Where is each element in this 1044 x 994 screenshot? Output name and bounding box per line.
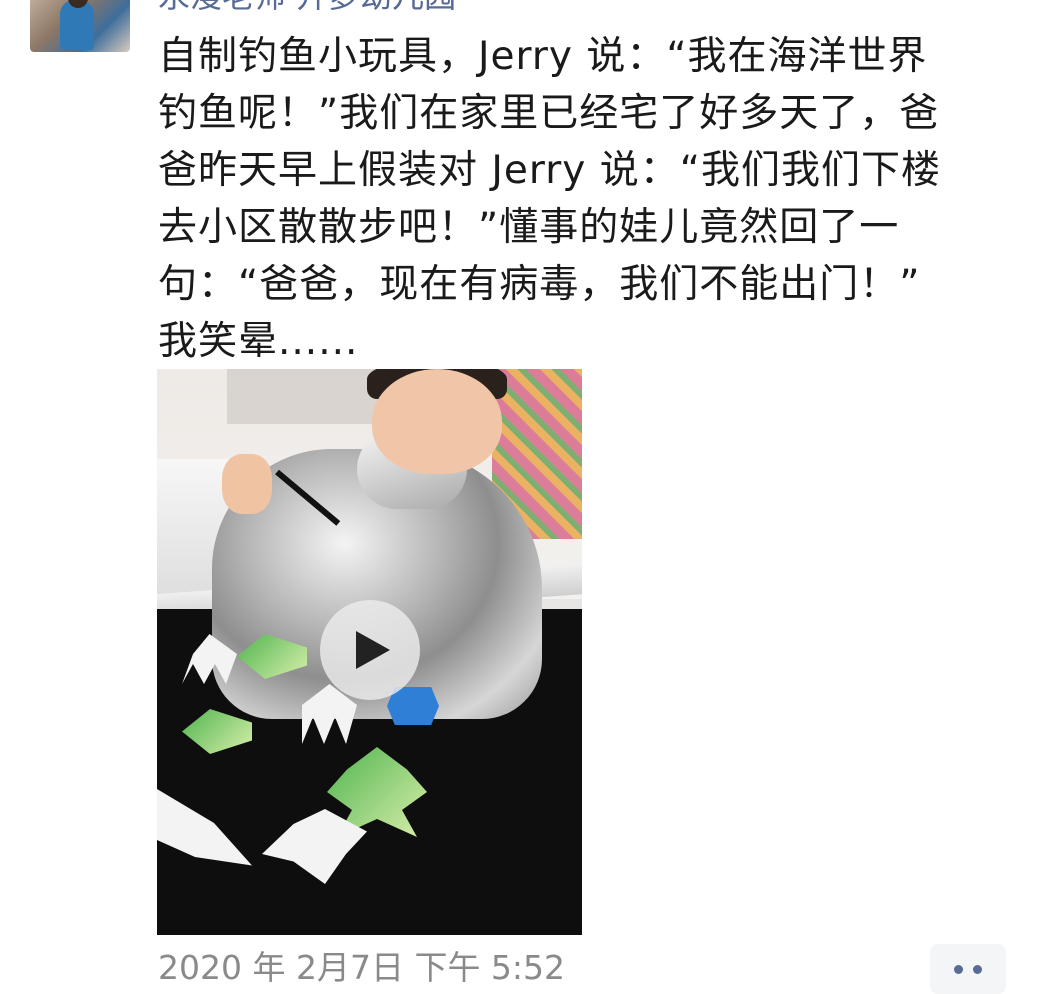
post-text-line: 我笑晕...... bbox=[158, 319, 359, 364]
post-text-line: 爸昨天早上假装对 Jerry 说：“我们我们下楼 bbox=[158, 148, 941, 193]
video-child-face bbox=[372, 369, 502, 474]
video-thumbnail[interactable] bbox=[157, 369, 582, 935]
post-timestamp: 2020 年 2月7日 下午 5:52 bbox=[158, 948, 566, 987]
play-icon bbox=[356, 631, 390, 669]
author-name[interactable]: 永漫老师 开萝幼儿园 bbox=[158, 0, 456, 16]
post-text-line: 句：“爸爸，现在有病毒，我们不能出门！” bbox=[158, 262, 921, 307]
post-text-line: 去小区散散步吧！”懂事的娃儿竟然回了一 bbox=[158, 205, 900, 250]
video-play-button[interactable] bbox=[320, 600, 420, 700]
post-text: 自制钓鱼小玩具，Jerry 说：“我在海洋世界 钓鱼呢！”我们在家里已经宅了好多… bbox=[158, 28, 1018, 370]
more-dots-icon bbox=[973, 964, 982, 974]
video-child-hand bbox=[222, 454, 272, 514]
post-text-line: 钓鱼呢！”我们在家里已经宅了好多天了，爸 bbox=[158, 91, 940, 136]
author-avatar[interactable] bbox=[30, 0, 130, 52]
more-actions-button[interactable] bbox=[930, 944, 1006, 994]
more-dots-icon bbox=[954, 964, 963, 974]
post-text-line: 自制钓鱼小玩具，Jerry 说：“我在海洋世界 bbox=[158, 34, 928, 79]
